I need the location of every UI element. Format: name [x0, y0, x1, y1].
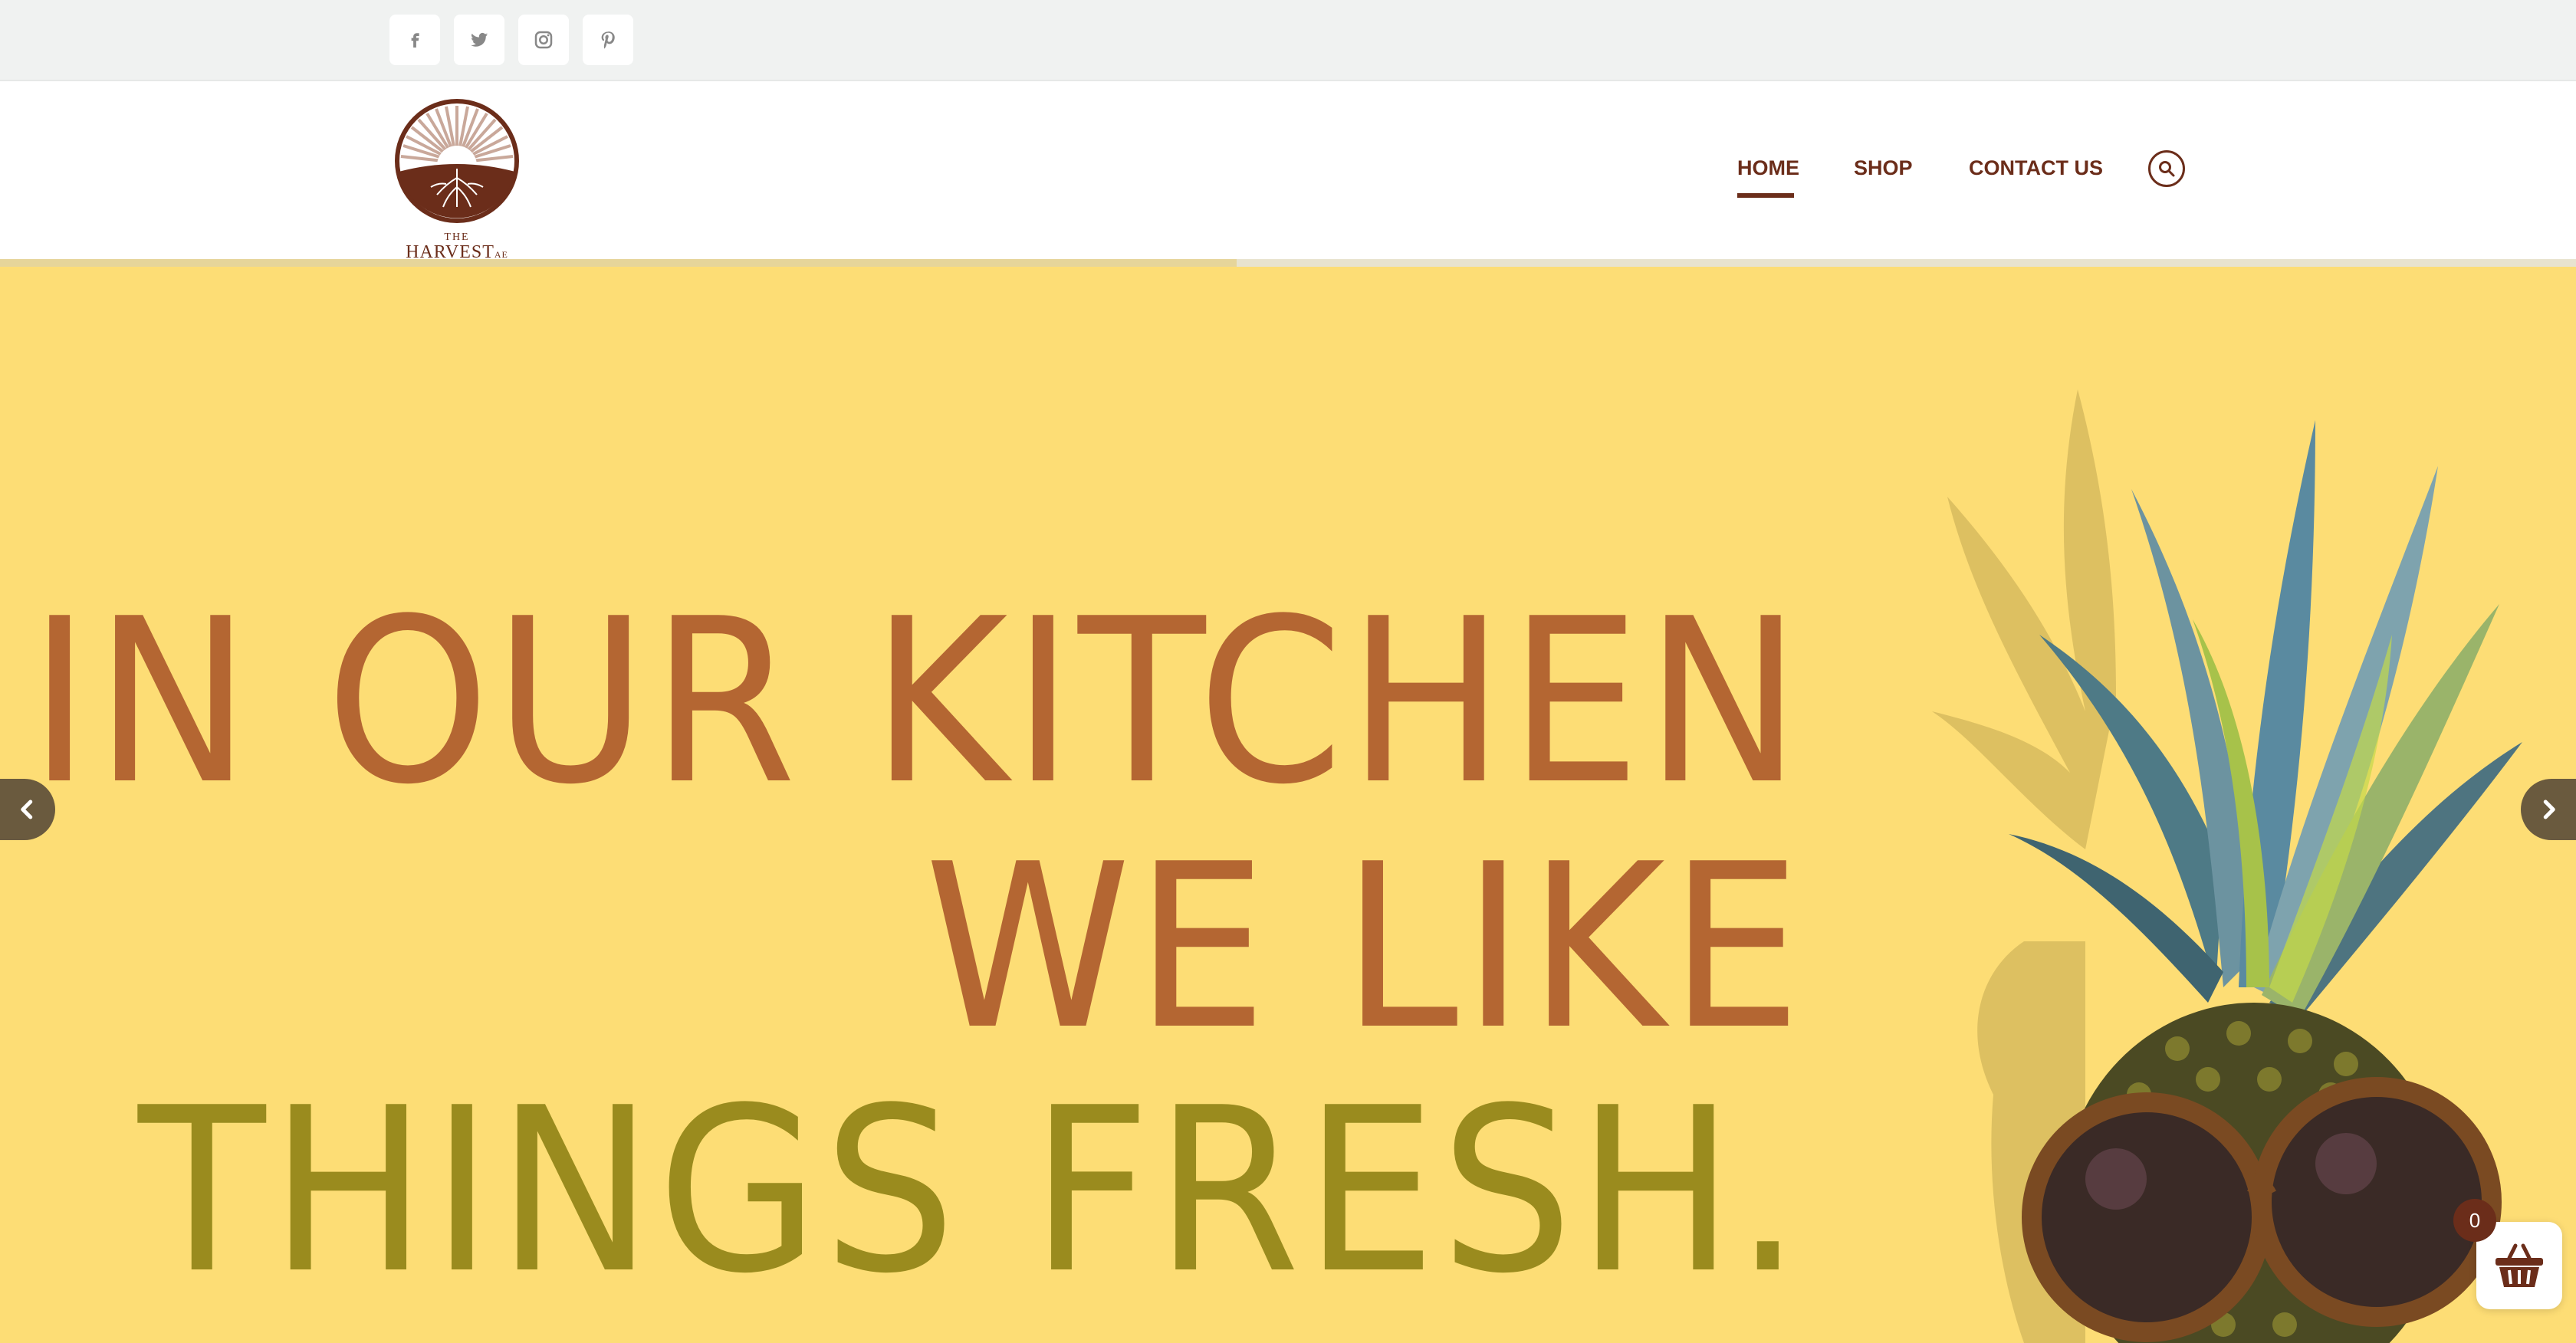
headline-line-3: THINGS FRESH.	[138, 1059, 1806, 1323]
chevron-left-icon	[21, 800, 33, 819]
slider-next-button[interactable]	[2521, 779, 2576, 840]
nav-home[interactable]: HOME	[1737, 156, 1799, 180]
headline-line-2: WE LIKE	[924, 815, 1806, 1079]
chevron-right-icon	[2543, 800, 2555, 819]
instagram-link[interactable]	[518, 15, 569, 65]
search-icon	[2159, 161, 2175, 177]
cart-count-badge: 0	[2453, 1199, 2496, 1242]
hero-slider: IN OUR KITCHEN WE LIKE THINGS FRESH.	[0, 267, 2576, 1343]
basket-icon	[2496, 1243, 2543, 1287]
pinterest-icon	[601, 31, 615, 49]
nav-shop[interactable]: SHOP	[1854, 156, 1913, 180]
pinterest-link[interactable]	[583, 15, 633, 65]
headline-line-1: IN OUR KITCHEN	[28, 570, 1806, 834]
slider-progress-track	[0, 259, 2576, 267]
pineapple-with-sunglasses-image	[1932, 389, 2522, 1343]
slider-progress-fill	[0, 259, 1237, 267]
search-button[interactable]	[2148, 150, 2185, 187]
facebook-icon	[411, 33, 419, 48]
instagram-icon	[534, 31, 553, 49]
nav-active-underline	[1737, 193, 1794, 198]
twitter-icon	[471, 32, 488, 47]
sunrise-roots-logo	[395, 99, 519, 223]
site-logo[interactable]: THE HARVESTAE	[388, 92, 526, 262]
nav-contact-us[interactable]: CONTACT US	[1969, 156, 2103, 180]
twitter-link[interactable]	[454, 15, 504, 65]
social-bar	[0, 0, 2576, 81]
site-header: THE HARVESTAE HOME SHOP CONTACT US	[0, 81, 2576, 262]
facebook-link[interactable]	[389, 15, 440, 65]
